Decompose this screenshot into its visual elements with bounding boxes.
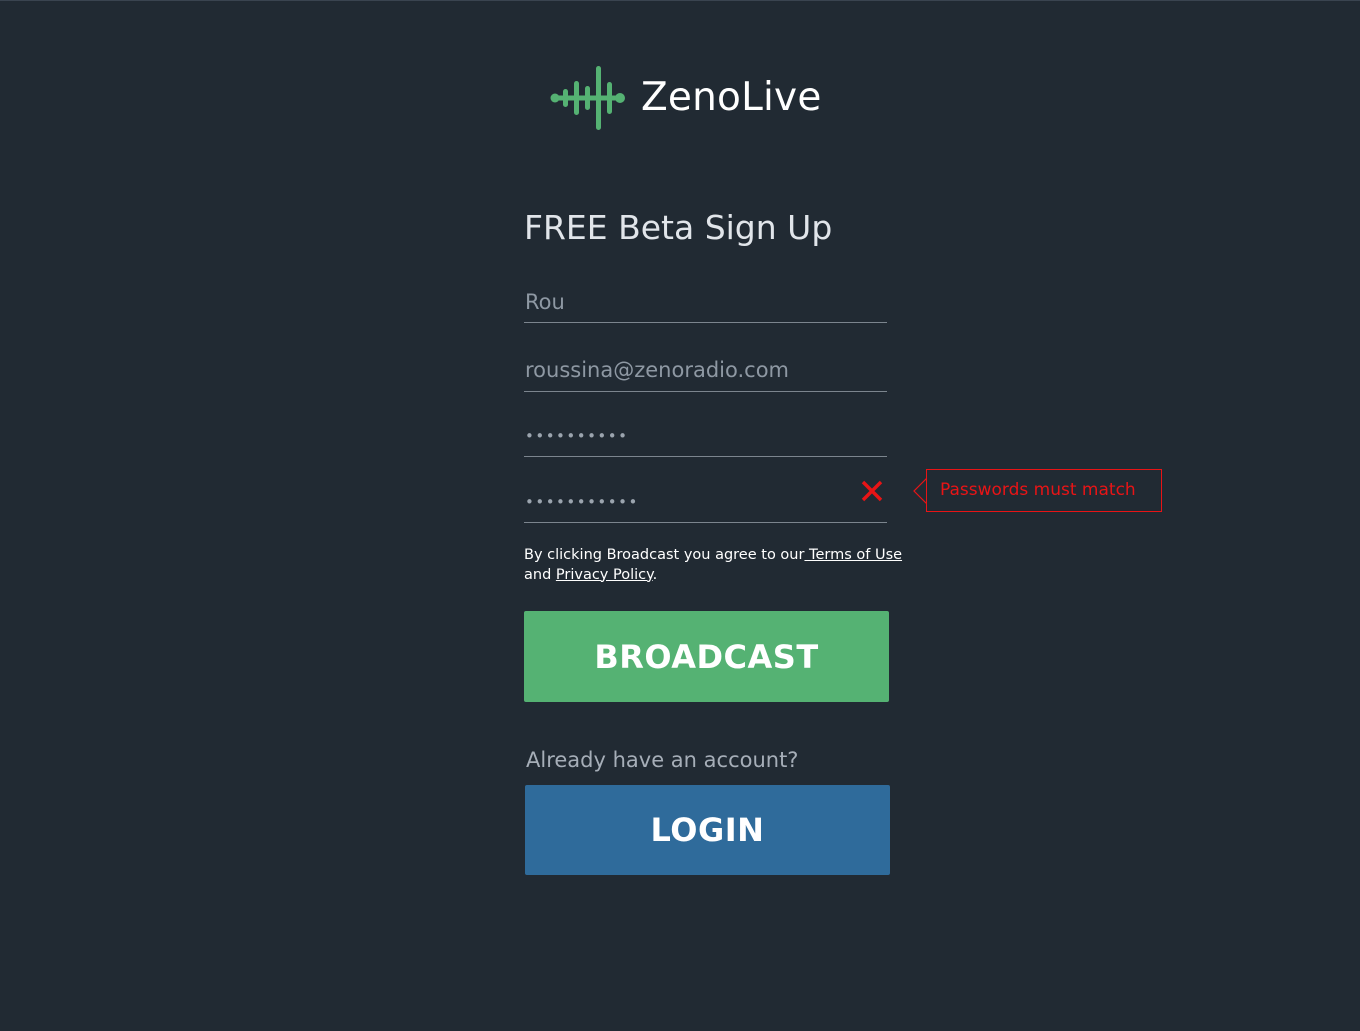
terms-suffix: . [652,566,658,583]
brand-logo: ZenoLive [550,64,822,132]
name-input[interactable] [524,283,887,321]
waveform-logo-icon [550,66,625,130]
broadcast-button[interactable]: BROADCAST [524,611,889,702]
error-message: Passwords must match [940,480,1136,500]
email-input[interactable] [524,350,887,388]
password-field-wrapper [524,416,887,457]
confirm-password-field-wrapper [524,481,887,523]
password-error-tooltip: Passwords must match [926,469,1162,512]
confirm-password-input[interactable] [524,481,887,519]
login-button[interactable]: LOGIN [525,785,890,875]
terms-notice: By clicking Broadcast you agree to our T… [524,546,924,585]
already-account-text: Already have an account? [526,748,799,772]
email-field-wrapper [524,350,887,392]
terms-prefix: By clicking Broadcast you agree to our [524,547,805,563]
password-input[interactable] [524,416,887,454]
signup-page: ZenoLive FREE Beta Sign Up Passwords mus… [0,0,1360,1031]
privacy-policy-link[interactable]: Privacy Policy [556,567,653,583]
terms-middle: and [524,566,556,583]
top-divider [0,0,1360,1]
terms-of-use-link[interactable]: Terms of Use [804,547,902,563]
close-icon[interactable] [860,479,884,503]
name-field-wrapper [524,283,887,323]
brand-name: ZenoLive [641,75,822,120]
page-title: FREE Beta Sign Up [524,208,833,247]
